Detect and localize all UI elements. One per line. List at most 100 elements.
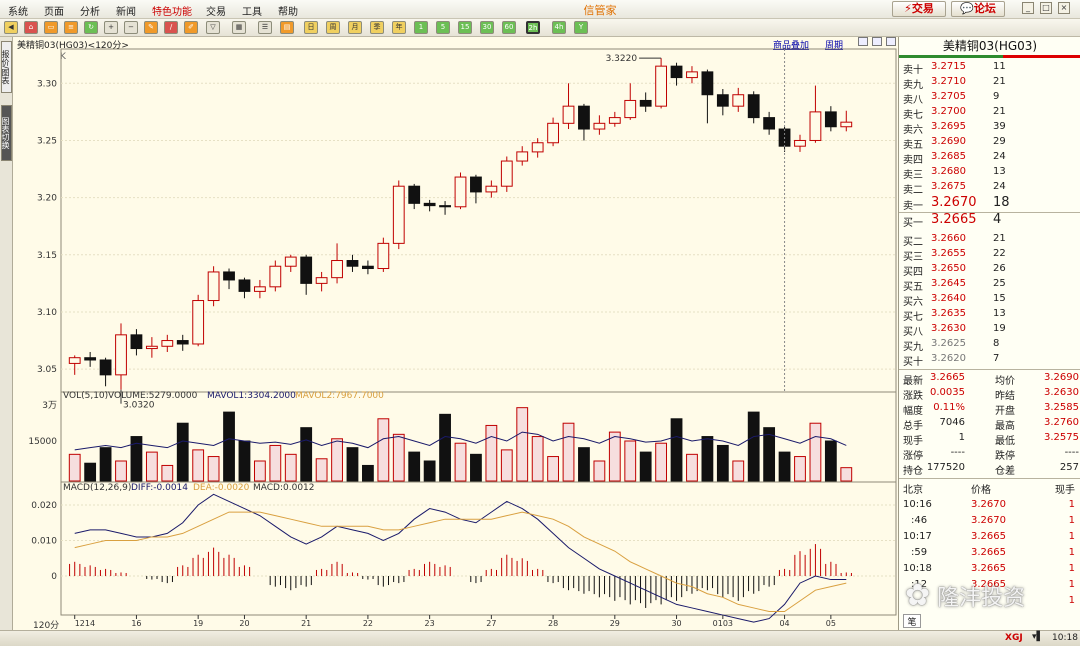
volume-bar [300,427,313,482]
quarter-period-button[interactable]: 季 [370,21,384,34]
order-price: 3.2690 [931,136,966,147]
trade-button-label: 交易 [911,2,934,15]
candle-body [716,94,729,107]
clock: 10:18 [1052,633,1078,643]
order-price: 3.2695 [931,121,966,132]
bid-row[interactable]: 买二 3.2660 21 [903,233,1079,248]
menu-special[interactable]: 特色功能 [152,3,192,18]
bid-row[interactable]: 买四 3.2650 26 [903,263,1079,278]
menu-news[interactable]: 新闻 [116,3,136,18]
bid-row[interactable]: 买三 3.2655 22 [903,248,1079,263]
forum-button[interactable]: 💬论坛 [951,1,1005,17]
brand-label: XGJ [1005,633,1023,643]
filter-icon[interactable]: ▽ [206,21,220,34]
best-ask-row[interactable]: 卖一 3.2670 18 [903,195,1079,212]
date-label: 1214 [75,619,95,628]
tv-icon[interactable]: ▭ [44,21,58,34]
volume-bar [716,444,729,482]
tick-price: 3.2665 [971,531,1006,542]
grid-icon[interactable]: ▦ [232,21,246,34]
ask-row[interactable]: 卖六 3.2695 39 [903,121,1079,136]
order-vol: 9 [993,91,1000,102]
volume-bar [145,451,158,482]
stat-v2: 3.2585 [1044,402,1079,413]
menu-help[interactable]: 帮助 [278,3,298,18]
bid-row[interactable]: 买九 3.2625 8 [903,338,1079,353]
60min-period-button[interactable]: 60 [502,21,516,34]
refresh-icon[interactable]: ↻ [84,21,98,34]
chat-icon: 💬 [960,2,974,15]
bid-row[interactable]: 买八 3.2630 19 [903,323,1079,338]
best-bid-row[interactable]: 买一 3.2665 4 [903,212,1079,229]
bid-row[interactable]: 买六 3.2640 15 [903,293,1079,308]
candle-body [68,357,81,364]
yearly-period-button[interactable]: Y [574,21,588,34]
2h-period-button[interactable]: 2h [526,21,540,34]
ask-row[interactable]: 卖八 3.2705 9 [903,91,1079,106]
zoom-out-icon[interactable]: − [124,21,138,34]
stat-v1: 3.2665 [930,372,965,383]
stats-divider [899,369,1080,370]
ask-row[interactable]: 卖九 3.2710 21 [903,76,1079,91]
back-icon[interactable]: ◀ [4,21,18,34]
order-vol: 8 [993,338,1000,349]
30min-period-button[interactable]: 30 [480,21,494,34]
stat-row: 涨跌 0.0035 昨结 3.2630 [903,387,1079,402]
maximize-icon[interactable]: □ [1040,2,1052,14]
trade-button[interactable]: ⚡交易 [892,1,946,17]
menu-system[interactable]: 系统 [8,3,28,18]
15min-period-button[interactable]: 15 [458,21,472,34]
pencil-icon[interactable]: ✎ [144,21,158,34]
kline-chart[interactable]: 3.30 3.25 3.20 3.15 3.10 3.05 3.3220 3.0320 3万 15… [13,37,898,630]
order-vol: 7 [993,353,1000,364]
year-period-button[interactable]: 年 [392,21,406,34]
minimize-icon[interactable]: _ [1022,2,1034,14]
menu-tools[interactable]: 工具 [242,3,262,18]
draw-icon[interactable]: / [164,21,178,34]
order-price: 3.2640 [931,293,966,304]
zoom-in-icon[interactable]: + [104,21,118,34]
ask-row[interactable]: 卖七 3.2700 21 [903,106,1079,121]
tab-quote-chart[interactable]: 报价/图表 [1,41,12,93]
volume-bar [732,460,745,482]
ask-row[interactable]: 卖五 3.2690 29 [903,136,1079,151]
book-divider [899,212,1080,213]
date-label: 22 [363,619,373,628]
candle-body [639,99,652,107]
brush-icon[interactable]: ✐ [184,21,198,34]
list-icon[interactable]: ☰ [258,21,272,34]
ask-row[interactable]: 卖三 3.2680 13 [903,166,1079,181]
1min-period-button[interactable]: 1 [414,21,428,34]
news-icon[interactable]: ≡ [64,21,78,34]
home-icon[interactable]: ⌂ [24,21,38,34]
stat-v1: 0.11% [933,402,965,413]
month-period-button[interactable]: 月 [348,21,362,34]
tick-row: 10:18 3.2665 1 [903,563,1079,579]
menu-page[interactable]: 页面 [44,3,64,18]
bid-row[interactable]: 买五 3.2645 25 [903,278,1079,293]
bid-row[interactable]: 买十 3.2620 7 [903,353,1079,368]
calendar-icon[interactable]: ▤ [280,21,294,34]
tab-chart-switch[interactable]: 图表切换 [1,105,12,161]
week-period-button[interactable]: 周 [326,21,340,34]
tick-time: 10:17 [903,531,932,542]
order-vol: 15 [993,293,1006,304]
volume-bar [608,431,621,482]
stat-v1: 7046 [939,417,965,428]
menu-analysis[interactable]: 分析 [80,3,100,18]
stat-v2: ---- [1064,447,1079,458]
ask-row[interactable]: 卖十 3.2715 11 [903,61,1079,76]
bid-row[interactable]: 买七 3.2635 13 [903,308,1079,323]
candle-body [346,260,359,267]
day-period-button[interactable]: 日 [304,21,318,34]
watermark-text: 隆沣投资 [937,586,1026,611]
stat-l2: 仓差 [995,466,1015,477]
close-icon[interactable]: × [1058,2,1070,14]
quote-title: 美精铜03(HG03) [942,39,1038,53]
ask-row[interactable]: 卖二 3.2675 24 [903,181,1079,196]
4h-period-button[interactable]: 4h [552,21,566,34]
ask-row[interactable]: 卖四 3.2685 24 [903,151,1079,166]
tick-header-city: 北京 [903,485,923,496]
5min-period-button[interactable]: 5 [436,21,450,34]
menu-trade[interactable]: 交易 [206,3,226,18]
